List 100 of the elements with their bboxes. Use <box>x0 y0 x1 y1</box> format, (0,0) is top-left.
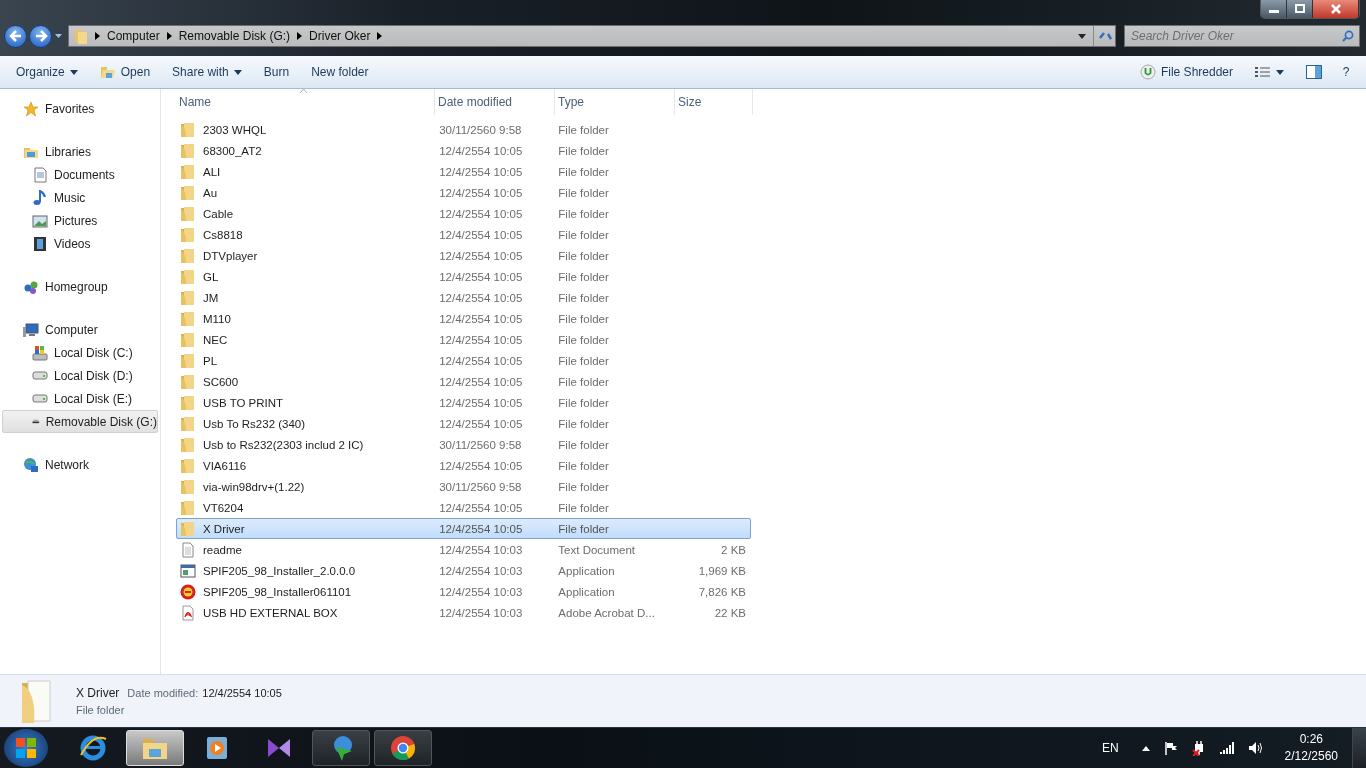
toolbar-button[interactable]: Open <box>91 62 159 82</box>
file-row[interactable]: USB TO PRINT 12/4/2554 10:05 File folder <box>176 392 751 413</box>
toolbar-button[interactable]: Organize <box>8 62 86 82</box>
caret-icon <box>69 69 78 75</box>
nav-item[interactable]: Computer <box>2 318 158 341</box>
type-cell-text: File folder <box>557 186 610 199</box>
file-row[interactable]: NEC 12/4/2554 10:05 File folder <box>176 329 751 350</box>
dropdown-arrow-icon[interactable] <box>55 34 62 38</box>
nav-item[interactable]: Homegroup <box>2 275 158 298</box>
type-cell-text: File folder <box>557 291 610 304</box>
item-type: File folder <box>76 704 126 716</box>
details-view-icon <box>1255 66 1271 78</box>
speaker-icon[interactable] <box>1247 741 1264 755</box>
file-row[interactable]: 68300_AT2 12/4/2554 10:05 File folder <box>176 140 751 161</box>
date-cell-text: 12/4/2554 10:05 <box>438 207 524 220</box>
taskbar-app-button[interactable] <box>312 730 370 766</box>
nav-item[interactable]: Libraries <box>2 140 158 163</box>
minimize-button[interactable] <box>1261 0 1287 18</box>
breadcrumb-item[interactable]: Removable Disk (G:) <box>178 29 291 43</box>
breadcrumb-item[interactable]: Computer <box>107 29 160 43</box>
nav-item[interactable]: Favorites <box>2 97 158 120</box>
language-indicator[interactable]: EN <box>1101 741 1119 755</box>
refresh-button[interactable] <box>1093 26 1115 46</box>
file-row[interactable]: GL 12/4/2554 10:05 File folder <box>176 266 751 287</box>
folder-icon <box>180 499 196 516</box>
clock[interactable]: 0:26 2/12/2560 <box>1284 731 1338 765</box>
breadcrumb-item[interactable]: Driver Oker <box>309 29 371 43</box>
clock-time: 0:26 <box>1299 731 1323 748</box>
start-button[interactable] <box>4 729 48 767</box>
close-button[interactable] <box>1313 0 1359 18</box>
computer-icon <box>23 321 39 338</box>
file-name: Cable <box>203 207 234 220</box>
flag-icon[interactable] <box>1163 741 1178 755</box>
file-row[interactable]: X Driver 12/4/2554 10:05 File folder <box>176 518 751 539</box>
nav-item[interactable]: Removable Disk (G:) <box>2 410 158 433</box>
forward-button[interactable] <box>29 24 52 48</box>
nav-item[interactable]: Videos <box>2 232 158 255</box>
application-icon <box>180 562 196 579</box>
column-header[interactable]: Size <box>675 89 753 115</box>
file-row[interactable]: SC600 12/4/2554 10:05 File folder <box>176 371 751 392</box>
file-row[interactable]: Au 12/4/2554 10:05 File folder <box>176 182 751 203</box>
file-row[interactable]: M110 12/4/2554 10:05 File folder <box>176 308 751 329</box>
file-row[interactable]: USB HD EXTERNAL BOX 12/4/2554 10:03 Adobe Acrobat D... 22 KB <box>176 602 751 623</box>
folder-icon <box>180 289 196 306</box>
column-header[interactable]: Type <box>555 89 675 115</box>
folder-icon <box>180 436 196 453</box>
signal-bars-icon[interactable] <box>1219 742 1234 754</box>
nav-item[interactable]: Local Disk (C:) <box>2 341 158 364</box>
file-row[interactable]: DTVplayer 12/4/2554 10:05 File folder <box>176 245 751 266</box>
nav-item[interactable]: Pictures <box>2 209 158 232</box>
column-header[interactable]: Date modified <box>435 89 555 115</box>
size-cell-text: 2 KB <box>720 543 747 556</box>
folder-icon <box>180 310 196 327</box>
nav-item[interactable]: Network <box>2 453 158 476</box>
taskbar-app-button[interactable] <box>374 730 432 766</box>
file-row[interactable]: ALI 12/4/2554 10:05 File folder <box>176 161 751 182</box>
power-plug-icon[interactable] <box>1191 740 1206 756</box>
toolbar-button[interactable]: New folder <box>303 62 377 82</box>
show-hidden-icons-arrow-icon[interactable] <box>1141 745 1150 751</box>
file-row[interactable]: JM 12/4/2554 10:05 File folder <box>176 287 751 308</box>
file-row[interactable]: PL 12/4/2554 10:05 File folder <box>176 350 751 371</box>
nav-item[interactable]: Local Disk (E:) <box>2 387 158 410</box>
help-button[interactable]: ? <box>1336 62 1356 82</box>
address-bar[interactable]: Computer Removable Disk (G:) Driver Oker <box>68 25 1116 47</box>
breadcrumb-arrow-icon[interactable] <box>95 32 100 40</box>
file-row[interactable]: via-win98drv+(1.22) 30/11/2560 9:58 File folder <box>176 476 751 497</box>
file-row[interactable]: SPIF205_98_Installer_2.0.0.0 12/4/2554 10:03 Application 1,969 KB <box>176 560 751 581</box>
text-file-icon <box>180 541 196 558</box>
system-disk-icon <box>32 344 48 361</box>
nav-item[interactable]: Music <box>2 186 158 209</box>
file-row[interactable]: readme 12/4/2554 10:03 Text Document 2 KB <box>176 539 751 560</box>
picture-icon <box>32 212 48 229</box>
file-row[interactable]: Cable 12/4/2554 10:05 File folder <box>176 203 751 224</box>
toolbar-button[interactable]: Share with <box>164 62 250 82</box>
file-row[interactable]: VT6204 12/4/2554 10:05 File folder <box>176 497 751 518</box>
folder-icon <box>20 679 54 723</box>
file-row[interactable]: Cs8818 12/4/2554 10:05 File folder <box>176 224 751 245</box>
nav-item[interactable]: Documents <box>2 163 158 186</box>
type-cell-text: File folder <box>557 417 610 430</box>
date-cell-text: 30/11/2560 9:58 <box>438 480 523 493</box>
date-cell-text: 12/4/2554 10:05 <box>438 144 524 157</box>
preview-pane-icon <box>1306 65 1322 79</box>
breadcrumb-arrow-icon[interactable] <box>297 32 303 40</box>
drive-icon <box>32 417 40 426</box>
search-field[interactable]: Search Driver Oker <box>1124 25 1360 47</box>
column-header[interactable]: Name <box>176 89 435 115</box>
file-row[interactable]: 2303 WHQL 30/11/2560 9:58 File folder <box>176 119 751 140</box>
toolbar-button[interactable]: Burn <box>255 62 298 82</box>
nav-item[interactable]: Local Disk (D:) <box>2 364 158 387</box>
size-cell-text: 7,826 KB <box>697 585 747 598</box>
file-row[interactable]: VIA6116 12/4/2554 10:05 File folder <box>176 455 751 476</box>
back-button[interactable] <box>4 24 27 48</box>
file-row[interactable]: Usb To Rs232 (340) 12/4/2554 10:05 File folder <box>176 413 751 434</box>
toolbar-button[interactable]: File Shredder <box>1131 61 1241 83</box>
breadcrumb-arrow-icon[interactable] <box>377 32 383 40</box>
file-row[interactable]: SPIF205_98_Installer061101 12/4/2554 10:03 Application 7,826 KB <box>176 581 751 602</box>
dropdown-arrow-icon[interactable] <box>1078 33 1086 39</box>
maximize-button[interactable] <box>1287 0 1313 18</box>
file-row[interactable]: Usb to Rs232(2303 includ 2 IC) 30/11/2560 9:58 File folder <box>176 434 751 455</box>
breadcrumb-arrow-icon[interactable] <box>166 32 172 40</box>
